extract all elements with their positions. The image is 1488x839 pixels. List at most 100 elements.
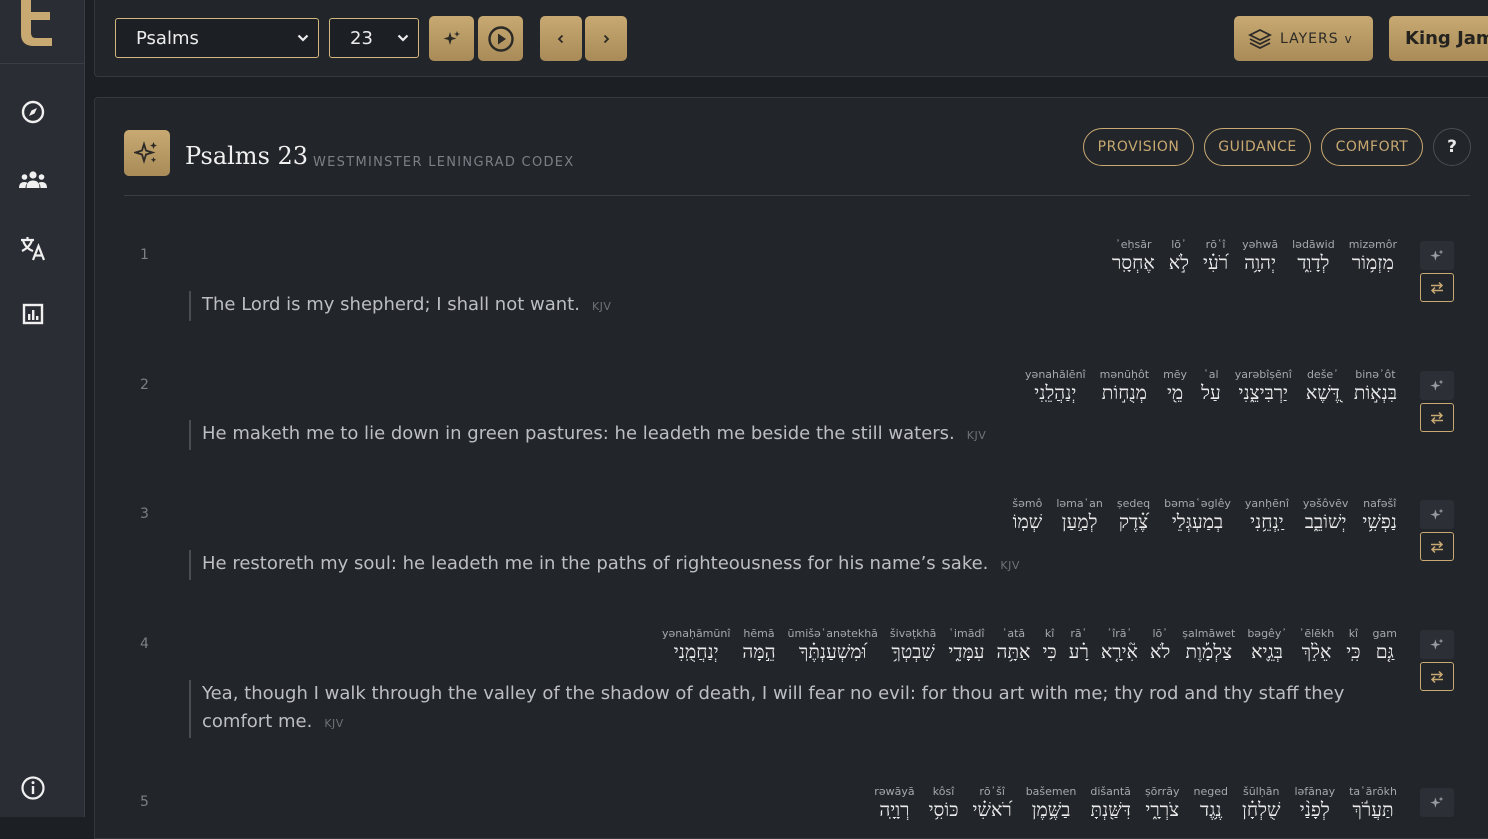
- hebrew-word[interactable]: yəšôvēv יְשׁוֹבֵ֑ב: [1303, 497, 1349, 534]
- swap-icon: [1430, 670, 1444, 683]
- hebrew-text: רֹ֝אשִׁ֗י: [972, 799, 1012, 821]
- translation-source: KJV: [324, 717, 344, 730]
- info-icon[interactable]: [17, 772, 49, 804]
- hebrew-text: אִ֘ירָ֤א: [1100, 641, 1138, 663]
- hebrew-word[interactable]: ṣōrrāy צֹרְרָ֑י: [1145, 785, 1180, 822]
- play-button[interactable]: [478, 16, 523, 61]
- hebrew-word[interactable]: lō᾽ לֹא: [1150, 627, 1170, 664]
- hebrew-word[interactable]: deše᾽ דֶּ֭שֶׁא: [1306, 368, 1340, 405]
- transliteration: lō᾽: [1171, 238, 1187, 251]
- hebrew-word[interactable]: lədāwid לְדָוִ֑ד: [1292, 238, 1335, 275]
- hebrew-word[interactable]: rā῾ רָ֗ע: [1069, 627, 1089, 664]
- verse-insight-button[interactable]: [1420, 371, 1454, 400]
- swap-icon: [1430, 281, 1444, 294]
- next-chapter-button[interactable]: [585, 16, 627, 61]
- swap-translation-button[interactable]: [1420, 532, 1454, 561]
- ai-sparkle-button[interactable]: [429, 16, 474, 61]
- hebrew-word[interactable]: ῾imādî עִמָּדִ֑י: [948, 627, 984, 664]
- hebrew-word[interactable]: ləma῾an לְמַ֣עַן: [1056, 497, 1103, 534]
- hebrew-text: יַרְבִּיצֵ֑נִי: [1238, 382, 1289, 404]
- hebrew-word[interactable]: ta῾ărōkh תַּעֲרֹ֬ךְ: [1349, 785, 1397, 822]
- verse-insight-button[interactable]: [1420, 500, 1454, 529]
- transliteration: ᾽ēlēkh: [1298, 627, 1335, 640]
- hebrew-word[interactable]: rō῾î רֹ֝עִ֗י: [1203, 238, 1228, 275]
- transliteration: ta῾ărōkh: [1349, 785, 1397, 798]
- hebrew-word[interactable]: mēy מֵ֖י: [1163, 368, 1187, 405]
- verse-text: He restoreth my soul: he leadeth me in t…: [202, 553, 989, 574]
- users-icon[interactable]: [17, 164, 49, 196]
- hebrew-word[interactable]: mizəmôr מִזְמ֥וֹר: [1349, 238, 1397, 275]
- help-button[interactable]: ?: [1433, 128, 1471, 166]
- transliteration: deše᾽: [1306, 368, 1339, 381]
- prev-chapter-button[interactable]: [540, 16, 582, 61]
- verse-insight-button[interactable]: [1420, 241, 1454, 270]
- chapter-insights-button[interactable]: [124, 130, 170, 176]
- hebrew-word[interactable]: lō᾽ לֹ֣א: [1169, 238, 1189, 275]
- layers-button[interactable]: LAYERS v: [1234, 16, 1373, 61]
- hebrew-word[interactable]: yənaḥămūnî יְנַחֲמֻֽנִי: [662, 627, 730, 664]
- verse-number: 2: [140, 377, 149, 393]
- hebrew-word[interactable]: bašemen בַשֶּׁ֥מֶן: [1026, 785, 1077, 822]
- translation-button[interactable]: King James: [1389, 16, 1488, 61]
- translate-icon[interactable]: [17, 232, 49, 264]
- hebrew-word[interactable]: šəmô שְׁמֽוֹ: [1012, 497, 1042, 534]
- hebrew-word[interactable]: binə᾽ôt בִּנְא֣וֹת: [1354, 368, 1397, 405]
- hebrew-word[interactable]: dišantā דִּשַּׁ֖נְתָּ: [1090, 785, 1131, 822]
- hebrew-word[interactable]: ῾al עַל: [1201, 368, 1221, 405]
- swap-translation-button[interactable]: [1420, 662, 1454, 691]
- hebrew-word[interactable]: ᾽atā אַתָּ֥ה: [997, 627, 1031, 664]
- hebrew-word-row: mizəmôr מִזְמ֥וֹר lədāwid לְדָוִ֑ד yəhwā יְהו…: [1112, 238, 1397, 275]
- compass-icon[interactable]: [17, 96, 49, 128]
- hebrew-word[interactable]: ūmišə῾anətekhā וּ֝מִשְׁעַנְתֶּ֗ךָ: [788, 627, 878, 664]
- sparkle-icon: [1430, 638, 1444, 650]
- hebrew-word[interactable]: gam גַּ֤ם: [1373, 627, 1397, 664]
- hebrew-word[interactable]: yəhwā יְהוָ֥ה: [1242, 238, 1278, 275]
- hebrew-word[interactable]: šivəṭkhā שִׁבְטְךָ֥: [890, 627, 936, 664]
- hebrew-word[interactable]: ṣedeq צֶ֝֗דֶק: [1117, 497, 1150, 534]
- hebrew-word[interactable]: yənahălēnî יְנַהֲלֵֽנִי: [1025, 368, 1086, 405]
- theme-tag-guidance[interactable]: GUIDANCE: [1204, 128, 1311, 166]
- app-logo[interactable]: [0, 0, 84, 64]
- hebrew-word[interactable]: kî כִּֽי: [1346, 627, 1360, 664]
- transliteration: bəma῾əglêy: [1164, 497, 1231, 510]
- chart-icon[interactable]: [17, 298, 49, 330]
- hebrew-word[interactable]: bəgêy᾽ בְּגֵ֪יא: [1247, 627, 1287, 664]
- verse-insight-button[interactable]: [1420, 788, 1454, 817]
- hebrew-text: שֻׁלְחָ֗ן: [1242, 799, 1281, 821]
- swap-translation-button[interactable]: [1420, 273, 1454, 302]
- hebrew-text: הֵ֣מָּה: [742, 641, 776, 663]
- theme-tag-provision[interactable]: PROVISION: [1083, 128, 1194, 166]
- transliteration: mənūḥôt: [1099, 368, 1150, 381]
- hebrew-word[interactable]: kî כִּי: [1042, 627, 1056, 664]
- hebrew-word[interactable]: yanḥēnî יַֽנְחֵ֥נִי: [1245, 497, 1289, 534]
- hebrew-word[interactable]: ᾽îrā᾽ אִ֘ירָ֤א: [1101, 627, 1138, 664]
- hebrew-word[interactable]: ᾽ēlēkh אֵלֵ֨ךְ: [1299, 627, 1334, 664]
- hebrew-text: בְּגֵ֪יא: [1251, 641, 1283, 663]
- hebrew-word[interactable]: nafəšî נַפְשִׁ֥י: [1362, 497, 1397, 534]
- hebrew-word[interactable]: ᾽eḥsār אֶחְסָֽר: [1112, 238, 1155, 275]
- swap-icon: [1430, 411, 1444, 424]
- hebrew-word[interactable]: šūlḥān שֻׁלְחָ֗ן: [1242, 785, 1280, 822]
- verse-insight-button[interactable]: [1420, 630, 1454, 659]
- hebrew-word[interactable]: rəwāyā רְוָיָֽה: [874, 785, 914, 822]
- hebrew-word[interactable]: kôsî כּוֹסִ֥י: [929, 785, 959, 822]
- hebrew-word[interactable]: ṣalmāwet צַלְמָ֡וֶת: [1182, 627, 1235, 664]
- hebrew-word[interactable]: hēmā הֵ֣מָּה: [742, 627, 775, 664]
- hebrew-word[interactable]: ləfānay לְפָנַ֨י: [1294, 785, 1335, 822]
- theme-tag-comfort[interactable]: COMFORT: [1321, 128, 1423, 166]
- hebrew-word[interactable]: neged נֶ֥גֶד: [1194, 785, 1228, 822]
- hebrew-word[interactable]: rō᾽šî רֹ֝אשִׁ֗י: [973, 785, 1012, 822]
- transliteration: ᾽îrā᾽: [1106, 627, 1133, 640]
- chapter-select[interactable]: 23: [329, 18, 419, 58]
- layers-label: LAYERS: [1280, 30, 1339, 47]
- hebrew-word[interactable]: yarəbîṣēnî יַרְבִּיצֵ֑נִי: [1235, 368, 1292, 405]
- english-verse-text: He restoreth my soul: he leadeth me in t…: [189, 550, 1387, 580]
- hebrew-text: דִּשַּׁ֖נְתָּ: [1090, 799, 1131, 821]
- hebrew-word[interactable]: bəma῾əglêy בְמַעְגְּלֵי: [1164, 497, 1231, 534]
- verse-text: Yea, though I walk through the valley of…: [202, 683, 1345, 732]
- hebrew-text: מִזְמ֥וֹר: [1351, 252, 1394, 274]
- hebrew-word[interactable]: mənūḥôt מְנֻח֣וֹת: [1100, 368, 1149, 405]
- sidebar: [0, 0, 85, 817]
- swap-translation-button[interactable]: [1420, 403, 1454, 432]
- book-select[interactable]: Psalms: [115, 18, 319, 58]
